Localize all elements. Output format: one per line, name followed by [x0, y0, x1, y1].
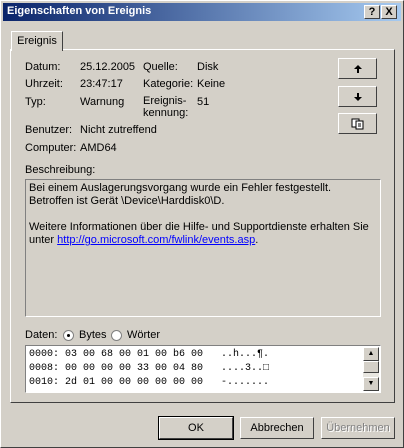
apply-button[interactable]: Übernehmen: [321, 417, 395, 439]
help-link[interactable]: http://go.microsoft.com/fwlink/events.as…: [57, 234, 255, 246]
cancel-button[interactable]: Abbrechen: [240, 417, 314, 439]
typ-label: Typ:: [25, 96, 46, 108]
bytes-radio-label[interactable]: Bytes: [79, 329, 107, 341]
description-line-2: Weitere Informationen über die Hilfe- un…: [29, 221, 377, 247]
tab-ereignis[interactable]: Ereignis: [11, 31, 63, 51]
daten-label: Daten:: [25, 329, 58, 341]
cancel-label: Abbrechen: [250, 422, 304, 434]
woerter-radio-label[interactable]: Wörter: [127, 329, 160, 341]
quelle-label: Quelle:: [143, 61, 178, 73]
beschreibung-label: Beschreibung:: [25, 164, 96, 176]
title-bar: Eigenschaften von Ereignis ? X: [3, 3, 401, 21]
description-suffix: .: [255, 234, 259, 246]
computer-value: AMD64: [80, 142, 117, 154]
hex-row: 0000: 03 00 68 00 01 00 b6 00 ..h...¶.: [29, 349, 270, 360]
previous-event-button[interactable]: [338, 58, 377, 79]
kategorie-label: Kategorie:: [143, 78, 194, 90]
dialog-window: Eigenschaften von Ereignis ? X Ereignis …: [0, 0, 404, 448]
datum-label: Datum:: [25, 61, 61, 73]
data-hex-view[interactable]: 0000: 03 00 68 00 01 00 b6 00 ..h...¶. 0…: [25, 345, 381, 393]
description-line-1: Bei einem Auslagerungsvorgang wurde ein …: [29, 182, 332, 207]
copy-button[interactable]: [338, 113, 377, 134]
help-button[interactable]: ?: [364, 5, 380, 19]
hex-row: 0010: 2d 01 00 00 00 00 00 00 -.......: [29, 377, 270, 388]
uhrzeit-value: 23:47:17: [80, 78, 123, 90]
datum-value: 25.12.2005: [80, 61, 136, 73]
arrow-down-icon: [353, 92, 362, 101]
vertical-scrollbar[interactable]: ▲ ▼: [363, 347, 379, 391]
scroll-up-button[interactable]: ▲: [363, 347, 379, 361]
ok-label: OK: [188, 422, 204, 434]
copy-icon: [351, 118, 363, 129]
quelle-value: Disk: [197, 61, 219, 73]
description-text[interactable]: Bei einem Auslagerungsvorgang wurde ein …: [25, 179, 381, 317]
arrow-up-icon: [353, 64, 362, 73]
scroll-thumb[interactable]: [363, 361, 379, 373]
scroll-down-button[interactable]: ▼: [363, 377, 379, 391]
kennung-label-2: kennung:: [143, 107, 189, 119]
kennung-label-1: Ereignis-: [143, 95, 187, 107]
kategorie-value: Keine: [197, 78, 226, 90]
close-button[interactable]: X: [381, 5, 397, 19]
tab-ereignis-label: Ereignis: [17, 35, 57, 47]
uhrzeit-label: Uhrzeit:: [25, 78, 63, 90]
next-event-button[interactable]: [338, 86, 377, 107]
woerter-radio[interactable]: [111, 330, 122, 341]
benutzer-label: Benutzer:: [25, 124, 73, 136]
bytes-radio[interactable]: [63, 330, 74, 341]
apply-label: Übernehmen: [326, 422, 390, 434]
typ-value: Warnung: [80, 96, 125, 108]
window-title: Eigenschaften von Ereignis: [7, 5, 152, 17]
benutzer-value: Nicht zutreffend: [80, 124, 157, 136]
ok-button[interactable]: OK: [158, 416, 234, 440]
computer-label: Computer:: [25, 142, 77, 154]
kennung-value: 51: [197, 96, 210, 108]
hex-row: 0008: 00 00 00 00 33 00 04 80 ....3..□: [29, 363, 270, 374]
